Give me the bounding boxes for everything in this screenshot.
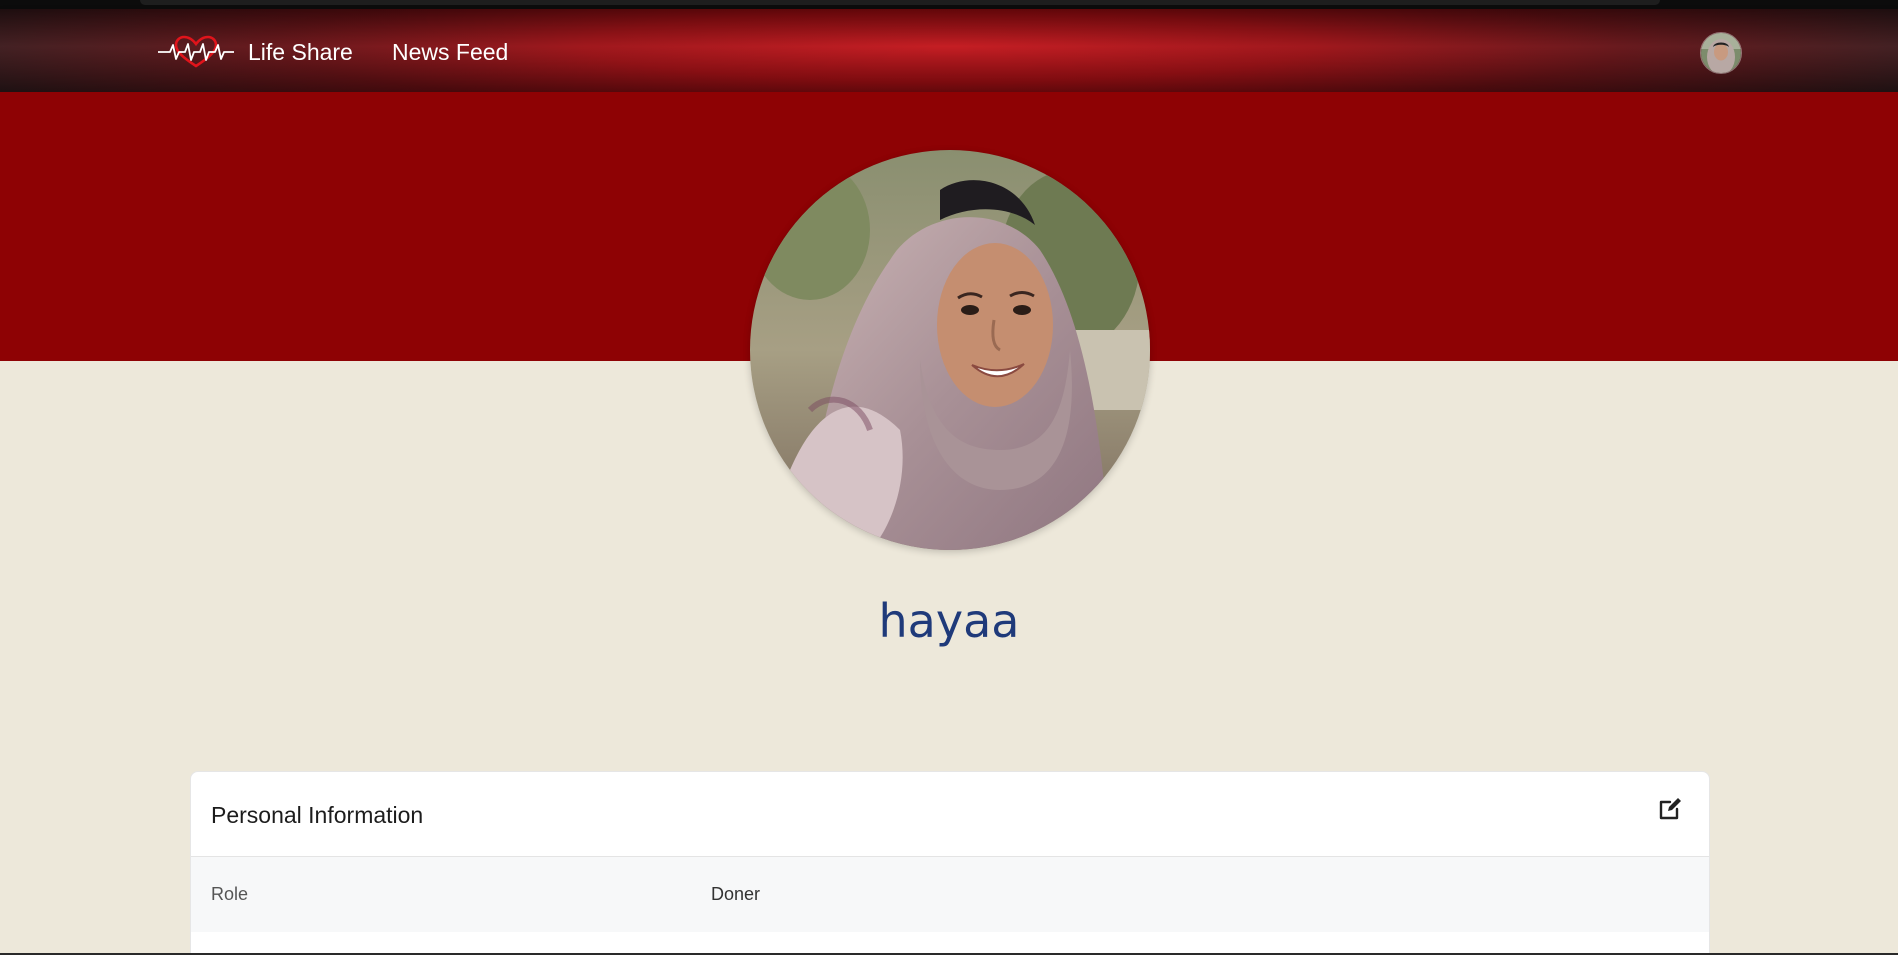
profile-photo	[750, 150, 1150, 550]
info-label: Role	[211, 884, 249, 904]
browser-top-strip	[0, 0, 1898, 9]
personal-information-card: Personal Information Role Doner	[190, 771, 1710, 955]
card-header: Personal Information	[191, 772, 1709, 857]
heartbeat-heart-icon	[158, 35, 234, 68]
brand-label: Life Share	[248, 38, 353, 65]
edit-button[interactable]	[1657, 796, 1683, 822]
info-row-role: Role Doner	[191, 857, 1709, 932]
brand-link[interactable]: Life Share	[158, 33, 353, 71]
edit-square-icon	[1659, 798, 1681, 820]
info-value: Doner	[711, 884, 761, 904]
profile-photo-image	[750, 150, 1150, 550]
avatar-image	[1701, 33, 1741, 73]
user-avatar[interactable]	[1700, 32, 1742, 74]
top-navbar: Life Share News Feed	[0, 9, 1898, 92]
profile-username: hayaa	[878, 594, 1020, 648]
browser-tab-bar	[140, 0, 1660, 5]
card-title: Personal Information	[211, 802, 424, 828]
news-feed-link[interactable]: News Feed	[392, 39, 508, 66]
